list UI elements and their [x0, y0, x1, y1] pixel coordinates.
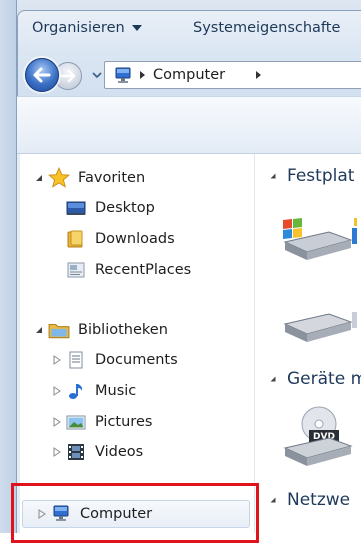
- tree-item-documents[interactable]: Documents: [51, 348, 178, 372]
- film-strip-icon: [68, 444, 84, 460]
- collapsed-triangle-icon[interactable]: [51, 354, 63, 366]
- tree-item-recentplaces[interactable]: RecentPlaces: [66, 258, 191, 282]
- forward-arrow-icon: [61, 70, 75, 82]
- address-bar[interactable]: Computer: [104, 61, 361, 89]
- group-header-hard-drives[interactable]: Festplat: [268, 166, 354, 186]
- breadcrumb-separator-icon[interactable]: [139, 70, 147, 80]
- system-properties-button[interactable]: Systemeigenschafte: [193, 20, 340, 36]
- tree-item-label: Documents: [95, 352, 178, 368]
- breadcrumb-separator-icon[interactable]: [255, 70, 263, 80]
- tree-item-label: Downloads: [95, 231, 175, 247]
- downloads-folder-icon: [67, 230, 83, 248]
- tree-item-label: Computer: [80, 506, 153, 522]
- back-arrow-icon: [33, 67, 51, 83]
- history-dropdown-icon[interactable]: [92, 70, 102, 80]
- group-header-network[interactable]: Netzwe: [268, 490, 350, 510]
- expanded-triangle-icon[interactable]: [268, 374, 278, 384]
- organize-button[interactable]: Organisieren: [32, 20, 142, 36]
- tree-item-downloads[interactable]: Downloads: [66, 227, 175, 251]
- expanded-triangle-icon[interactable]: [268, 495, 278, 505]
- collapsed-triangle-icon[interactable]: [51, 416, 63, 428]
- music-note-icon: [69, 384, 83, 399]
- tree-libraries[interactable]: Bibliotheken: [33, 318, 168, 342]
- organize-label: Organisieren: [32, 20, 125, 36]
- tree-item-label: RecentPlaces: [95, 262, 192, 278]
- expanded-triangle-icon[interactable]: [33, 172, 45, 184]
- group-header-removable-devices[interactable]: Geräte m: [268, 369, 361, 389]
- tree-favorites[interactable]: Favoriten: [33, 166, 145, 190]
- group-header-label: Netzwe: [287, 490, 351, 510]
- windows-drive-icon[interactable]: [281, 216, 357, 264]
- command-toolbar: [17, 96, 361, 154]
- collapsed-triangle-icon[interactable]: [51, 385, 63, 397]
- collapsed-triangle-icon[interactable]: [36, 508, 48, 520]
- window-left-border: [0, 0, 17, 533]
- pictures-icon: [66, 415, 86, 430]
- hard-drive-icon[interactable]: [281, 302, 357, 348]
- breadcrumb-computer[interactable]: Computer: [153, 66, 225, 85]
- tree-item-computer[interactable]: Computer: [36, 502, 152, 526]
- star-icon: [48, 167, 70, 188]
- group-header-label: Festplat: [287, 166, 355, 186]
- dvd-drive-icon[interactable]: DVD: [283, 404, 353, 468]
- tree-item-videos[interactable]: Videos: [51, 440, 143, 464]
- computer-icon: [115, 67, 131, 83]
- libraries-folder-icon: [48, 323, 70, 339]
- navigation-pane-scrollbar[interactable]: [17, 154, 20, 533]
- tree-item-label: Bibliotheken: [78, 322, 168, 338]
- back-button[interactable]: [25, 58, 59, 92]
- tree-item-label: Desktop: [95, 200, 155, 216]
- tree-item-label: Pictures: [95, 414, 153, 430]
- documents-icon: [69, 351, 83, 369]
- desktop-icon: [66, 201, 86, 215]
- tree-item-desktop[interactable]: Desktop: [66, 196, 155, 220]
- recent-places-icon: [67, 262, 85, 278]
- tree-item-label: Favoriten: [78, 170, 146, 186]
- chevron-down-icon: [131, 25, 142, 31]
- group-header-label: Geräte m: [287, 369, 361, 389]
- tree-item-music[interactable]: Music: [51, 379, 136, 403]
- tree-item-label: Videos: [95, 444, 144, 460]
- collapsed-triangle-icon[interactable]: [51, 446, 63, 458]
- expanded-triangle-icon[interactable]: [268, 171, 278, 181]
- tree-item-pictures[interactable]: Pictures: [51, 410, 152, 434]
- tree-item-label: Music: [95, 383, 137, 399]
- expanded-triangle-icon[interactable]: [33, 324, 45, 336]
- computer-icon: [53, 505, 69, 521]
